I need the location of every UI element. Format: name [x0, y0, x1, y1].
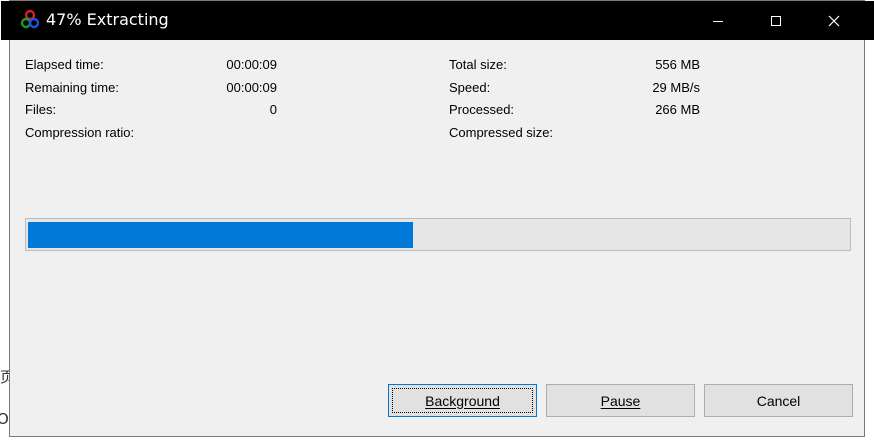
minimize-icon	[713, 20, 723, 22]
focus-rectangle	[392, 388, 533, 413]
files-label: Files:	[25, 102, 57, 117]
speed-value: 29 MB/s	[652, 80, 700, 95]
window-title: 47% Extracting	[46, 10, 169, 29]
title-bar[interactable]: 47% Extracting	[1, 1, 874, 40]
maximize-icon	[771, 15, 781, 26]
extraction-progress-bar	[25, 218, 851, 251]
progress-fill	[28, 222, 413, 248]
files-value: 0	[269, 102, 277, 117]
pause-button-label: Pause	[600, 392, 641, 409]
app-logo-icon	[20, 9, 40, 29]
elapsed-time-label: Elapsed time:	[25, 57, 104, 72]
compressed-size-label: Compressed size:	[449, 125, 554, 140]
close-button[interactable]	[805, 1, 863, 40]
total-size-label: Total size:	[449, 57, 507, 72]
close-icon	[828, 15, 840, 26]
background-button[interactable]: Background	[388, 384, 537, 417]
cancel-button-label: Cancel	[756, 392, 801, 409]
cancel-button[interactable]: Cancel	[704, 384, 853, 417]
maximize-button[interactable]	[747, 1, 805, 40]
total-size-value: 556 MB	[655, 57, 700, 72]
extract-progress-dialog: 47% Extracting Elapsed time: 00:00:09 Re…	[1, 0, 874, 437]
remaining-time-label: Remaining time:	[25, 80, 119, 95]
remaining-time-value: 00:00:09	[226, 80, 277, 95]
compression-ratio-label: Compression ratio:	[25, 125, 135, 140]
pause-button[interactable]: Pause	[546, 384, 695, 417]
processed-value: 266 MB	[655, 102, 700, 117]
speed-label: Speed:	[449, 80, 491, 95]
elapsed-time-value: 00:00:09	[226, 57, 277, 72]
minimize-button[interactable]	[689, 1, 747, 40]
processed-label: Processed:	[449, 102, 515, 117]
